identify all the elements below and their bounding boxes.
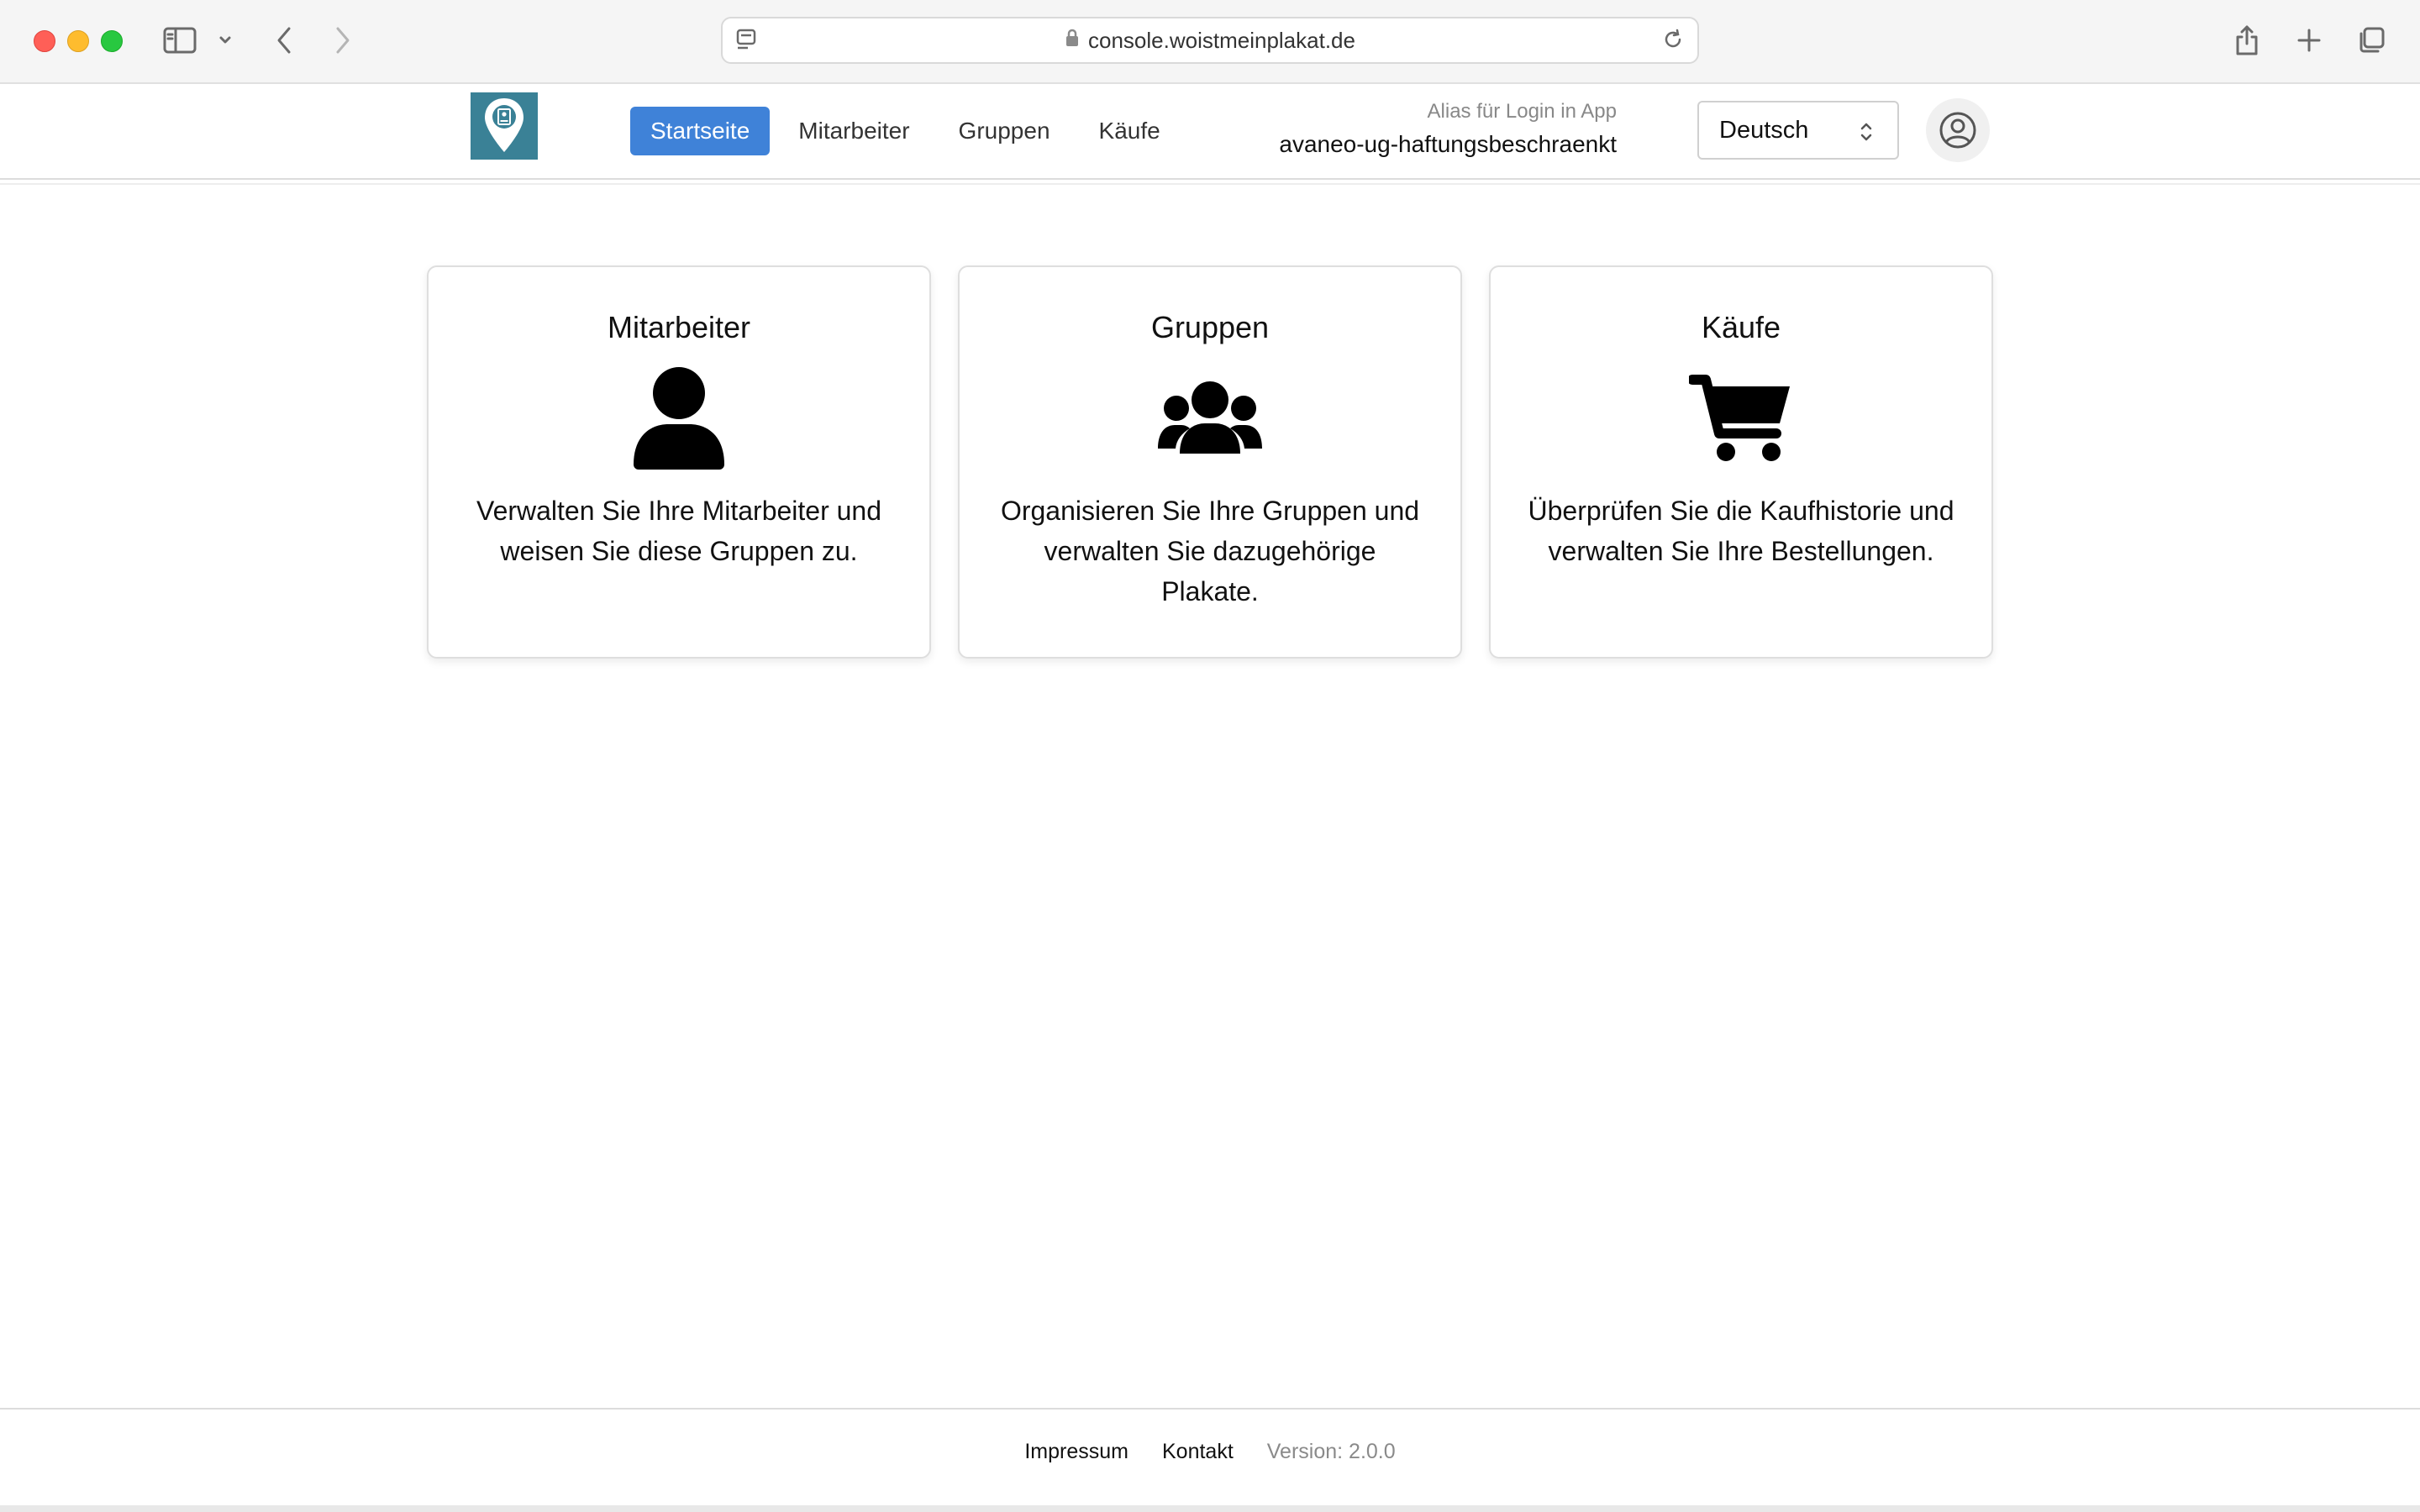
- dashboard-cards: Mitarbeiter Verwalten Sie Ihre Mitarbeit…: [427, 265, 1993, 659]
- footer-link-impressum[interactable]: Impressum: [1024, 1440, 1128, 1464]
- window-zoom-button[interactable]: [101, 30, 123, 52]
- card-mitarbeiter[interactable]: Mitarbeiter Verwalten Sie Ihre Mitarbeit…: [427, 265, 931, 659]
- app-logo[interactable]: [471, 92, 538, 160]
- user-account-button[interactable]: [1926, 98, 1990, 162]
- back-arrow-icon[interactable]: [266, 22, 302, 59]
- shopping-cart-icon: [1491, 363, 1991, 472]
- tab-overview-icon[interactable]: [2353, 22, 2390, 59]
- page-footer: Impressum Kontakt Version: 2.0.0: [0, 1408, 2420, 1505]
- sidebar-toggle-icon[interactable]: [161, 22, 198, 59]
- header-divider: [0, 183, 2420, 185]
- window-bottom-edge: [0, 1505, 2420, 1512]
- main-nav: Startseite Mitarbeiter Gruppen Käufe: [630, 107, 1189, 155]
- card-description: Überprüfen Sie die Kaufhistorie und verw…: [1528, 496, 1954, 566]
- users-group-icon: [960, 363, 1460, 472]
- card-title: Käufe: [1701, 310, 1781, 344]
- url-text: console.woistmeinplakat.de: [1088, 27, 1355, 53]
- app-version: Version: 2.0.0: [1266, 1440, 1396, 1463]
- reload-icon[interactable]: [1660, 27, 1686, 56]
- login-alias: Alias für Login in App avaneo-ug-haftung…: [1279, 99, 1617, 161]
- nav-item-gruppen[interactable]: Gruppen: [939, 107, 1071, 155]
- card-kaeufe[interactable]: Käufe Überprüfen Sie die Kaufhistorie un…: [1489, 265, 1993, 659]
- new-tab-plus-icon[interactable]: [2291, 22, 2328, 59]
- card-description: Organisieren Sie Ihre Gruppen und verwal…: [1000, 496, 1420, 606]
- lock-icon: [1065, 28, 1088, 54]
- chevron-down-icon[interactable]: [210, 22, 240, 59]
- alias-value: avaneo-ug-haftungsbeschraenkt: [1279, 131, 1617, 157]
- nav-item-kaeufe[interactable]: Käufe: [1079, 107, 1181, 155]
- user-icon: [429, 363, 929, 472]
- address-bar[interactable]: console.woistmeinplakat.de: [721, 17, 1699, 64]
- card-title: Gruppen: [1150, 310, 1270, 344]
- card-gruppen[interactable]: Gruppen Organisieren Sie Ihre Gruppen un…: [958, 265, 1462, 659]
- card-description: Verwalten Sie Ihre Mitarbeiter und weise…: [476, 496, 882, 566]
- select-updown-icon: [1859, 119, 1874, 151]
- card-title: Mitarbeiter: [607, 310, 751, 344]
- language-select[interactable]: Deutsch: [1697, 101, 1899, 160]
- nav-item-startseite[interactable]: Startseite: [630, 107, 771, 155]
- nav-item-mitarbeiter[interactable]: Mitarbeiter: [778, 107, 929, 155]
- footer-link-kontakt[interactable]: Kontakt: [1162, 1440, 1234, 1464]
- app-header: Startseite Mitarbeiter Gruppen Käufe Ali…: [0, 84, 2420, 180]
- map-pin-logo-icon: [485, 98, 523, 152]
- user-circle-icon: [1939, 112, 1976, 149]
- browser-toolbar: console.woistmeinplakat.de: [0, 0, 2420, 84]
- window-minimize-button[interactable]: [67, 30, 89, 52]
- window-close-button[interactable]: [34, 30, 55, 52]
- share-icon[interactable]: [2228, 22, 2265, 59]
- language-selected-value: Deutsch: [1719, 116, 1809, 144]
- forward-arrow-icon[interactable]: [324, 22, 361, 59]
- alias-label: Alias für Login in App: [1427, 100, 1617, 123]
